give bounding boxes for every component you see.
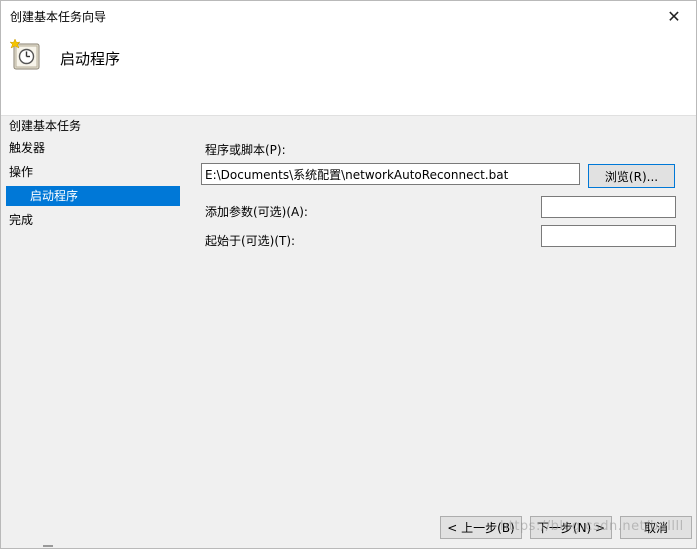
start-in-input[interactable] bbox=[541, 225, 676, 247]
back-button[interactable]: < 上一步(B) bbox=[440, 516, 522, 539]
wizard-header: 启动程序 bbox=[1, 31, 696, 115]
arguments-label: 添加参数(可选)(A): bbox=[205, 205, 308, 219]
nav-item-start-program[interactable]: 启动程序 bbox=[6, 186, 180, 206]
program-path-input[interactable] bbox=[201, 163, 580, 185]
nav-item-finish[interactable]: 完成 bbox=[1, 210, 171, 230]
close-icon: ✕ bbox=[667, 6, 681, 26]
nav-item-create-basic-task[interactable]: 创建基本任务 bbox=[1, 116, 171, 136]
nav-item-trigger[interactable]: 触发器 bbox=[1, 138, 171, 158]
window-title: 创建基本任务向导 bbox=[10, 10, 107, 24]
start-in-label: 起始于(可选)(T): bbox=[205, 234, 296, 248]
next-button[interactable]: 下一步(N) > bbox=[530, 516, 612, 539]
browse-button[interactable]: 浏览(R)... bbox=[588, 164, 675, 188]
page-title: 启动程序 bbox=[60, 50, 121, 68]
wizard-window: 创建基本任务向导 ✕ 启动程序 创建基本任务 触发器 操作 启动程序 完成 程序… bbox=[0, 0, 697, 549]
wizard-steps-nav: 创建基本任务 触发器 操作 启动程序 完成 bbox=[1, 116, 186, 548]
scheduled-task-clock-icon bbox=[10, 39, 40, 70]
resize-grip bbox=[43, 545, 53, 547]
program-label: 程序或脚本(P): bbox=[205, 143, 286, 157]
arguments-input[interactable] bbox=[541, 196, 676, 218]
close-button[interactable]: ✕ bbox=[652, 1, 696, 31]
wizard-content: 创建基本任务 触发器 操作 启动程序 完成 程序或脚本(P): 浏览(R)...… bbox=[1, 116, 696, 548]
title-bar: 创建基本任务向导 ✕ bbox=[1, 1, 696, 31]
cancel-button[interactable]: 取消 bbox=[620, 516, 692, 539]
nav-item-action[interactable]: 操作 bbox=[1, 162, 171, 182]
